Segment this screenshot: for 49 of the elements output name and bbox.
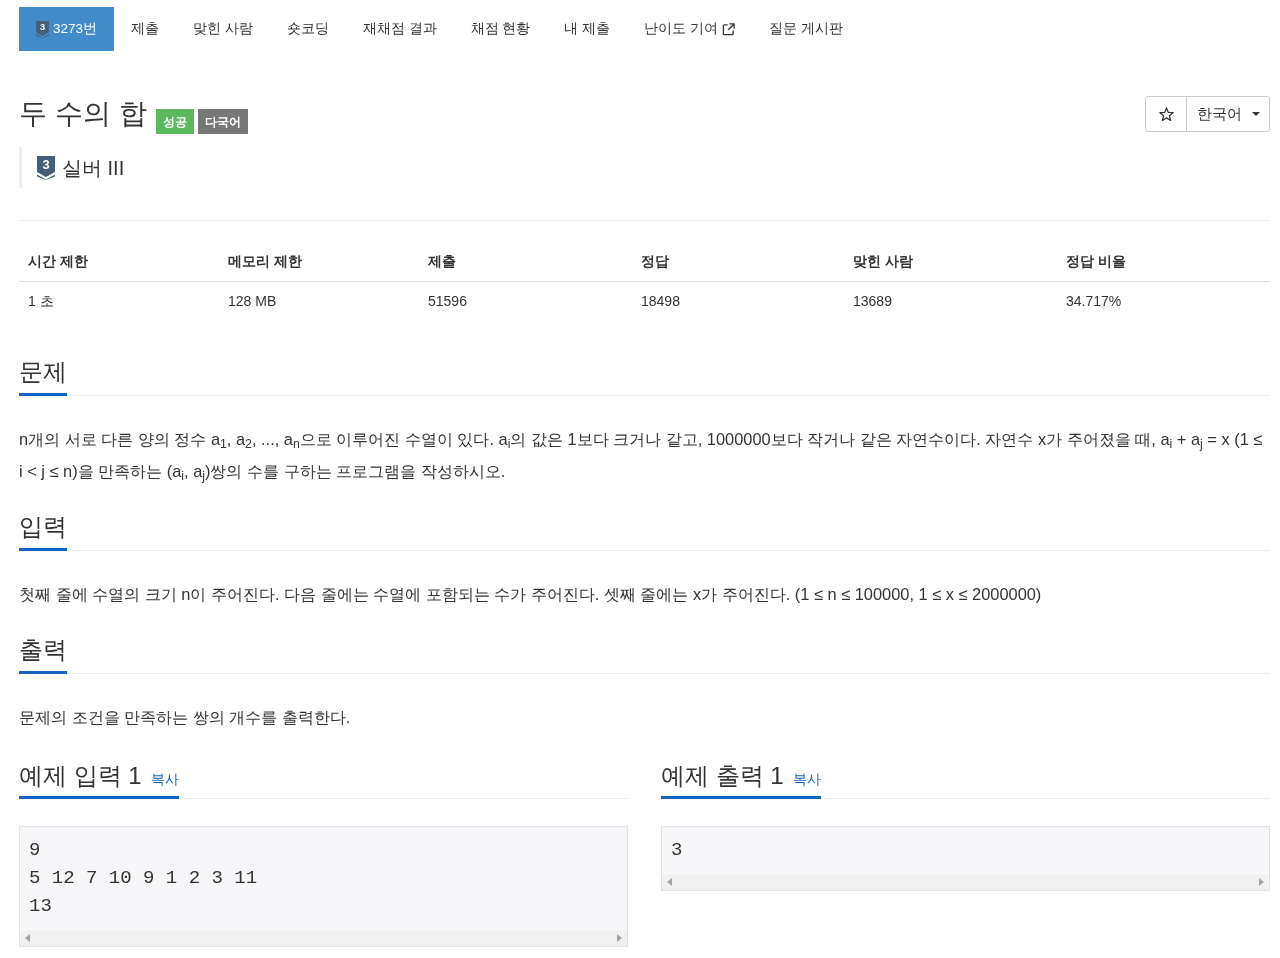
caret-icon [1252,112,1260,116]
scroll-left-icon [25,934,30,942]
copy-link[interactable]: 복사 [150,769,179,790]
table-cell: 18498 [641,293,680,309]
tier-badge-icon: 3 [36,20,49,38]
status-label: 다국어 [197,109,248,134]
table-cell: 13689 [853,293,892,309]
tier-name: 실버 III [62,155,125,181]
column-header: 시간 제한 [28,253,88,269]
column-header: 맞힌 사람 [853,253,913,269]
horizontal-scrollbar[interactable] [662,874,1269,890]
nav-tab[interactable]: 채점 현황 [453,7,548,51]
section-text: n개의 서로 다른 양의 정수 a$_{1}$, a$_{2}$, ..., a$_{n}$으로 이루어진 수열이 있다. a$_{i}$의 값은 1보다 크거나 같고, 1000000보다 작거나 같은 자연수이다. 자연수 x가 주어졌을 때, a$_{i}$ + a$_{j}$ = x (1 ≤ i < j ≤ n)을 만족하는 (a$_{i}$, a$_{j}$)쌍의 수를 구하는 프로그램을 작성하시오. [19,429,1264,486]
nav-tab[interactable]: 재채점 결과 [345,7,454,51]
column-header: 제출 [428,253,456,269]
code-line: 13 [29,894,52,919]
nav-tab[interactable]: 3 3273번 [19,7,115,51]
section-heading: 문제 [19,358,67,386]
table-cell: 34.717% [1066,293,1122,309]
nav-tab[interactable]: 숏코딩 [269,7,346,51]
problem-title: 두 수의 합 [19,97,147,131]
nav-tab[interactable]: 질문 게시판 [751,7,860,51]
table-cell: 128 MB [228,293,277,309]
code-line: 9 [29,838,41,863]
nav-tab[interactable]: 내 제출 [547,7,628,51]
tier-icon: 3 [37,155,55,180]
column-header: 메모리 제한 [228,253,302,269]
nav-tab[interactable]: 난이도 기여 [627,7,752,51]
code-line: 5 12 7 10 9 1 2 3 11 [29,866,258,891]
code-line: 3 [671,838,683,863]
section-text: 문제의 조건을 만족하는 쌍의 개수를 출력한다. [19,707,352,728]
scroll-right-icon [617,934,622,942]
horizontal-scrollbar[interactable] [20,930,627,946]
section-heading: 입력 [19,513,67,541]
sample-heading: 예제 입력 1 [19,762,142,790]
status-label: 성공 [155,109,194,134]
table-cell: 51596 [428,293,467,309]
column-header: 정답 [641,253,669,269]
table-cell: 1 초 [28,293,54,309]
nav-tab[interactable]: 맞힌 사람 [176,7,270,51]
scroll-left-icon [667,878,672,886]
column-header: 정답 비율 [1066,253,1126,269]
section-text: 첫째 줄에 수열의 크기 n이 주어진다. 다음 줄에는 수열에 포함되는 수가 주어진다. 셋째 줄에는 x가 주어진다. (1 ≤ n ≤ 100000, 1 ≤ x ≤ 2000000) [19,584,1043,605]
section-heading: 출력 [19,636,67,664]
external-link-icon [721,22,735,36]
copy-link[interactable]: 복사 [792,769,821,790]
sample-heading: 예제 출력 1 [661,762,784,790]
scroll-right-icon [1259,878,1264,886]
nav-tab[interactable]: 제출 [114,7,177,51]
